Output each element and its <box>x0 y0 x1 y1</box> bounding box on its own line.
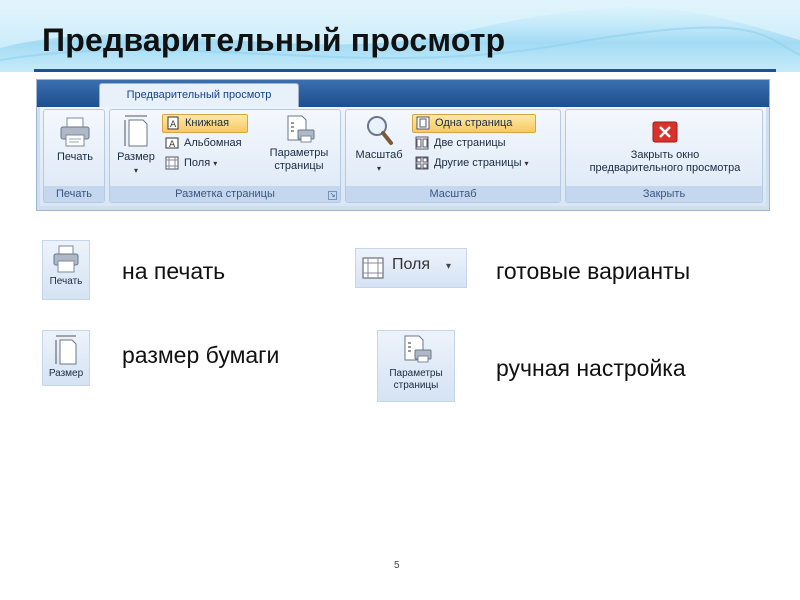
other-pages-label: Другие страницы <box>434 157 522 169</box>
landscape-button-label: Альбомная <box>184 137 242 149</box>
group-print-label: Печать <box>44 186 104 202</box>
margins-button[interactable]: Поля ▾ <box>162 154 232 173</box>
multiple-pages-icon <box>415 156 429 170</box>
one-page-label: Одна страница <box>435 117 513 129</box>
landscape-icon: A <box>165 137 179 150</box>
caption-margins: готовые варианты <box>496 258 691 284</box>
tab-print-preview[interactable]: Предварительный просмотр <box>99 83 299 108</box>
group-close: Закрыть окно предварительного просмотра … <box>565 109 763 203</box>
chevron-down-icon: ▾ <box>446 261 452 272</box>
group-zoom-label: Масштаб <box>346 186 560 202</box>
margins-icon <box>165 156 179 170</box>
caption-page-setup: ручная настройка <box>496 355 686 381</box>
ribbon: Предварительный просмотр Печать Печать Р… <box>36 79 770 211</box>
printer-icon <box>60 117 90 147</box>
print-button-label: Печать <box>56 151 94 163</box>
chevron-down-icon: ▾ <box>133 166 138 175</box>
page-setup-button[interactable]: Параметры страницы <box>260 114 338 173</box>
group-page-setup-label: Разметка страницы <box>110 186 340 202</box>
portrait-icon: A <box>167 116 179 130</box>
example-size-tile: Размер <box>42 330 90 386</box>
two-pages-button[interactable]: Две страницы <box>412 134 528 153</box>
close-preview-button[interactable]: Закрыть окно предварительного просмотра <box>568 120 762 175</box>
printer-icon <box>53 245 79 273</box>
landscape-button[interactable]: A Альбомная <box>162 134 258 153</box>
chevron-down-icon: ▾ <box>376 164 381 173</box>
example-print-tile: Печать <box>42 240 90 300</box>
group-print: Печать Печать <box>43 109 105 203</box>
slide-header: Предварительный просмотр <box>0 0 800 72</box>
caption-size: размер бумаги <box>122 342 280 368</box>
caption-print: на печать <box>122 258 226 284</box>
page-size-icon <box>124 115 148 147</box>
one-page-button[interactable]: Одна страница <box>412 114 536 133</box>
page-setup-icon <box>287 115 315 143</box>
example-print-label: Печать <box>49 276 83 287</box>
size-button-label: Размер <box>117 151 155 163</box>
example-margins-tile: Поля ▾ <box>355 248 467 288</box>
group-zoom: Масштаб ▾ Одна страница Две страницы Дру… <box>345 109 561 203</box>
page-setup-label-2: страницы <box>274 160 324 172</box>
close-icon <box>652 121 678 143</box>
title-underline <box>34 69 776 72</box>
page-setup-icon <box>404 335 432 363</box>
example-page-setup-label-1: Параметры <box>389 368 443 379</box>
example-size-label: Размер <box>48 368 84 379</box>
zoom-button-label: Масштаб <box>355 149 403 161</box>
two-pages-label: Две страницы <box>434 137 506 149</box>
chevron-down-icon: ▾ <box>213 159 218 168</box>
page-size-icon <box>55 335 77 365</box>
svg-text:A: A <box>169 140 176 150</box>
example-page-setup-label-2: страницы <box>393 380 439 391</box>
print-button[interactable]: Печать <box>48 116 102 164</box>
dialog-launcher-icon[interactable]: ↘ <box>328 191 337 200</box>
example-margins-label: Поля <box>392 256 431 273</box>
slide-title: Предварительный просмотр <box>42 22 506 58</box>
size-button[interactable]: Размер ▾ <box>114 114 158 177</box>
portrait-button[interactable]: A Книжная <box>162 114 248 133</box>
group-close-label: Закрыть <box>566 186 762 202</box>
zoom-button[interactable]: Масштаб ▾ <box>350 114 408 175</box>
ribbon-tabstrip: Предварительный просмотр <box>37 80 769 108</box>
two-pages-icon <box>415 136 429 150</box>
svg-text:A: A <box>170 120 177 130</box>
page-setup-label-1: Параметры <box>269 147 329 159</box>
close-preview-label-1: Закрыть окно <box>630 149 700 161</box>
margins-button-label: Поля <box>184 157 211 169</box>
ribbon-body: Печать Печать Размер ▾ A Книжная A Альбо… <box>40 107 766 206</box>
example-page-setup-tile: Параметры страницы <box>377 330 455 402</box>
margins-icon <box>362 257 384 279</box>
page-number: 5 <box>394 560 400 571</box>
close-preview-label-2: предварительного просмотра <box>589 162 741 174</box>
group-page-setup: Размер ▾ A Книжная A Альбомная Поля ▾ Па… <box>109 109 341 203</box>
portrait-button-label: Книжная <box>185 117 230 129</box>
other-pages-button[interactable]: Другие страницы ▾ <box>412 154 558 173</box>
magnifier-icon <box>367 116 393 145</box>
one-page-icon <box>416 116 430 130</box>
chevron-down-icon: ▾ <box>524 159 529 168</box>
